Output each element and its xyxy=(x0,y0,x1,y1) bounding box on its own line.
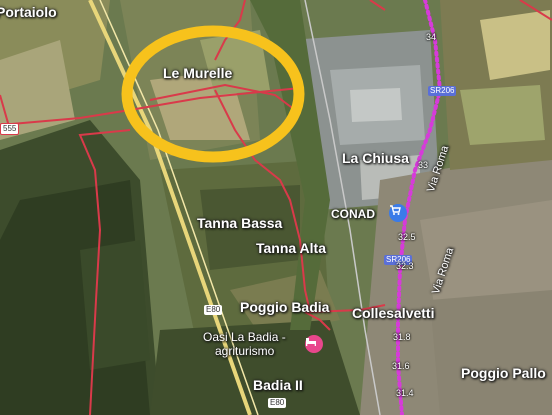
km-marker: 34 xyxy=(426,32,437,42)
road-badge-e80-lower: E80 xyxy=(268,398,287,408)
road-badge-sr206-upper: SR206 xyxy=(428,86,457,96)
poi-label-oasi-line1[interactable]: Oasi La Badia - xyxy=(203,330,286,344)
km-marker: 31.4 xyxy=(396,388,414,398)
road-badge-e80-upper: E80 xyxy=(204,305,223,315)
poi-label-oasi-line2[interactable]: agriturismo xyxy=(215,344,274,358)
map-view[interactable]: Portaiolo Le Murelle La Chiusa Tanna Bas… xyxy=(0,0,552,415)
place-label-collesalvetti[interactable]: Collesalvetti xyxy=(352,305,434,321)
place-label-tanna-bassa[interactable]: Tanna Bassa xyxy=(197,215,282,231)
km-marker: 32.3 xyxy=(396,261,414,271)
poi-label-conad[interactable]: CONAD xyxy=(331,207,375,221)
place-label-poggio-pallone[interactable]: Poggio Pallo xyxy=(461,365,546,381)
km-marker: 33 xyxy=(418,160,429,170)
km-marker: 31.8 xyxy=(393,332,411,342)
place-label-portaiolo[interactable]: Portaiolo xyxy=(0,4,57,20)
road-badge-555: 555 xyxy=(0,123,20,135)
map-terrain xyxy=(0,0,552,415)
place-label-le-murelle[interactable]: Le Murelle xyxy=(163,65,232,81)
place-label-tanna-alta[interactable]: Tanna Alta xyxy=(256,240,326,256)
place-label-badia-ii[interactable]: Badia II xyxy=(253,377,303,393)
km-marker: 31.6 xyxy=(392,361,410,371)
shopping-cart-icon[interactable] xyxy=(389,204,407,222)
place-label-poggio-badia[interactable]: Poggio Badia xyxy=(240,299,329,315)
place-label-la-chiusa[interactable]: La Chiusa xyxy=(342,150,409,166)
bed-icon[interactable] xyxy=(305,335,323,353)
km-marker: 32.5 xyxy=(398,232,416,242)
